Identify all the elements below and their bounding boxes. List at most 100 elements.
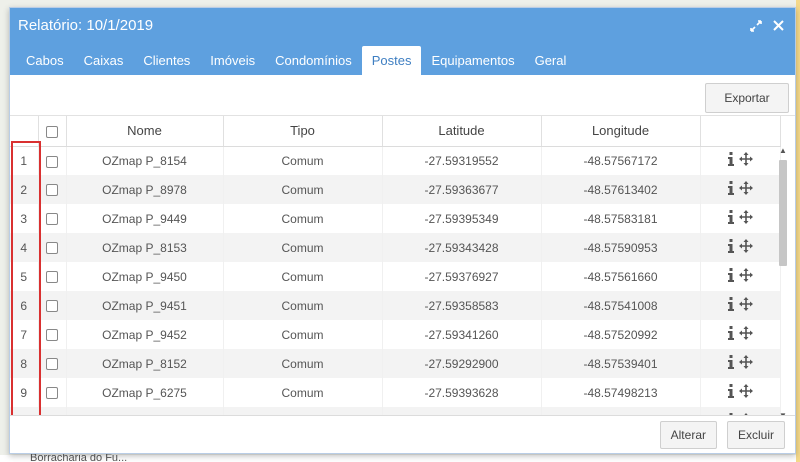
row-checkbox-cell (38, 378, 67, 407)
info-icon[interactable] (727, 239, 735, 256)
crosshair-move-icon[interactable] (739, 239, 753, 256)
info-icon[interactable] (727, 297, 735, 314)
cell-longitude: -48.57539401 (541, 349, 701, 378)
toolbar: Exportar (10, 81, 795, 116)
column-header-longitude[interactable]: Longitude (541, 116, 701, 147)
tab-geral[interactable]: Geral (525, 46, 577, 75)
cell-latitude: -27.59358583 (382, 291, 542, 320)
row-checkbox[interactable] (46, 329, 58, 342)
row-checkbox[interactable] (46, 155, 58, 168)
table-row[interactable]: 6 OZmap P_9451 Comum -27.59358583 -48.575410… (10, 291, 781, 320)
cell-longitude: -48.57583181 (541, 204, 701, 233)
crosshair-move-icon[interactable] (739, 181, 753, 198)
cell-tipo: Comum (223, 175, 383, 204)
tab-imoveis[interactable]: Imóveis (200, 46, 265, 75)
row-checkbox-cell (38, 349, 67, 378)
row-checkbox[interactable] (46, 358, 58, 371)
row-number: 6 (10, 291, 39, 320)
row-checkbox[interactable] (46, 184, 58, 197)
select-all-checkbox[interactable] (46, 125, 58, 138)
info-icon[interactable] (727, 181, 735, 198)
row-actions (700, 262, 781, 291)
info-icon[interactable] (727, 152, 735, 169)
poles-grid: Nome Tipo Latitude Longitude 1 OZmap P_81… (10, 116, 795, 421)
row-actions (700, 146, 781, 175)
cell-tipo: Comum (223, 262, 383, 291)
column-header-tipo[interactable]: Tipo (223, 116, 383, 147)
info-icon[interactable] (727, 326, 735, 343)
dialog-title: Relatório: 10/1/2019 (18, 17, 154, 34)
info-icon[interactable] (727, 384, 735, 401)
column-header-nome[interactable]: Nome (66, 116, 224, 147)
tab-equipamentos[interactable]: Equipamentos (421, 46, 524, 75)
cell-nome: OZmap P_8153 (66, 233, 224, 262)
scroll-up-icon[interactable]: ▲ (778, 146, 788, 156)
table-row[interactable]: 7 OZmap P_9452 Comum -27.59341260 -48.575209… (10, 320, 781, 349)
cell-longitude: -48.57498213 (541, 378, 701, 407)
info-icon[interactable] (727, 355, 735, 372)
tab-caixas[interactable]: Caixas (74, 46, 134, 75)
table-row[interactable]: 4 OZmap P_8153 Comum -27.59343428 -48.575909… (10, 233, 781, 262)
row-number: 1 (10, 146, 39, 175)
row-actions (700, 233, 781, 262)
row-actions (700, 204, 781, 233)
info-icon[interactable] (727, 210, 735, 227)
grid-scrollbar[interactable]: ▲ ▼ (778, 146, 788, 421)
cell-tipo: Comum (223, 233, 383, 262)
cell-nome: OZmap P_9451 (66, 291, 224, 320)
row-checkbox[interactable] (46, 300, 58, 313)
row-checkbox-cell (38, 262, 67, 291)
edit-button[interactable]: Alterar (659, 420, 717, 449)
dialog-titlebar: Relatório: 10/1/2019 (10, 8, 795, 43)
cell-tipo: Comum (223, 204, 383, 233)
row-actions (700, 291, 781, 320)
row-checkbox[interactable] (46, 271, 58, 284)
tab-condominios[interactable]: Condomínios (265, 46, 362, 75)
column-header-latitude[interactable]: Latitude (382, 116, 542, 147)
table-row[interactable]: 8 OZmap P_8152 Comum -27.59292900 -48.575394… (10, 349, 781, 378)
select-all-header (38, 116, 67, 147)
row-checkbox-cell (38, 320, 67, 349)
tab-cabos[interactable]: Cabos (16, 46, 74, 75)
cell-latitude: -27.59363677 (382, 175, 542, 204)
table-row[interactable]: 9 OZmap P_6275 Comum -27.59393628 -48.574982… (10, 378, 781, 407)
row-checkbox[interactable] (46, 387, 58, 400)
row-checkbox-cell (38, 204, 67, 233)
row-checkbox-cell (38, 291, 67, 320)
cell-nome: OZmap P_9452 (66, 320, 224, 349)
report-dialog: Relatório: 10/1/2019 Cabos Caixas Clientes… (9, 7, 796, 454)
close-icon[interactable] (769, 17, 787, 35)
row-number: 5 (10, 262, 39, 291)
table-row[interactable]: 2 OZmap P_8978 Comum -27.59363677 -48.576134… (10, 175, 781, 204)
crosshair-move-icon[interactable] (739, 210, 753, 227)
expand-icon[interactable] (747, 17, 765, 35)
crosshair-move-icon[interactable] (739, 152, 753, 169)
row-number: 4 (10, 233, 39, 262)
row-checkbox[interactable] (46, 242, 58, 255)
cell-longitude: -48.57567172 (541, 146, 701, 175)
crosshair-move-icon[interactable] (739, 355, 753, 372)
cell-nome: OZmap P_6275 (66, 378, 224, 407)
tab-clientes[interactable]: Clientes (133, 46, 200, 75)
crosshair-move-icon[interactable] (739, 297, 753, 314)
row-number: 2 (10, 175, 39, 204)
crosshair-move-icon[interactable] (739, 326, 753, 343)
delete-button[interactable]: Excluir (726, 420, 785, 449)
cell-longitude: -48.57520992 (541, 320, 701, 349)
export-button[interactable]: Exportar (705, 83, 789, 113)
row-number: 7 (10, 320, 39, 349)
info-icon[interactable] (727, 268, 735, 285)
scrollbar-thumb[interactable] (779, 160, 787, 266)
row-checkbox[interactable] (46, 213, 58, 226)
row-number: 8 (10, 349, 39, 378)
crosshair-move-icon[interactable] (739, 384, 753, 401)
crosshair-move-icon[interactable] (739, 268, 753, 285)
table-row[interactable]: 5 OZmap P_9450 Comum -27.59376927 -48.575616… (10, 262, 781, 291)
cell-latitude: -27.59343428 (382, 233, 542, 262)
tab-postes[interactable]: Postes (361, 46, 422, 75)
table-row[interactable]: 1 OZmap P_8154 Comum -27.59319552 -48.575671… (10, 146, 781, 175)
table-row[interactable]: 3 OZmap P_9449 Comum -27.59395349 -48.575831… (10, 204, 781, 233)
table-header-row: Nome Tipo Latitude Longitude (10, 116, 781, 147)
cell-nome: OZmap P_8978 (66, 175, 224, 204)
row-actions (700, 175, 781, 204)
